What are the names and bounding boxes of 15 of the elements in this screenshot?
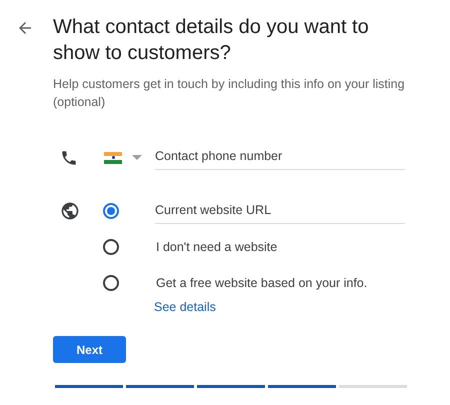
phone-field[interactable]: Contact phone number bbox=[155, 145, 405, 170]
flag-icon[interactable] bbox=[104, 152, 122, 164]
option-label: Get a free website based on your info. bbox=[156, 276, 368, 290]
globe-icon bbox=[60, 201, 80, 221]
subtitle: Help customers get in touch by including this info on your listing (optional) bbox=[53, 76, 406, 111]
radio-button[interactable] bbox=[103, 239, 119, 255]
page-title: What contact details do you want to show to customers? bbox=[53, 15, 370, 66]
see-details-link[interactable]: See details bbox=[154, 300, 216, 314]
radio-button[interactable] bbox=[103, 203, 119, 219]
next-button[interactable]: Next bbox=[53, 336, 126, 363]
option-label: I don't need a website bbox=[156, 240, 278, 254]
website-url-field[interactable]: Current website URL bbox=[155, 198, 405, 224]
phone-icon bbox=[60, 148, 78, 166]
radio-button[interactable] bbox=[103, 275, 119, 291]
caret-icon[interactable] bbox=[132, 155, 142, 160]
